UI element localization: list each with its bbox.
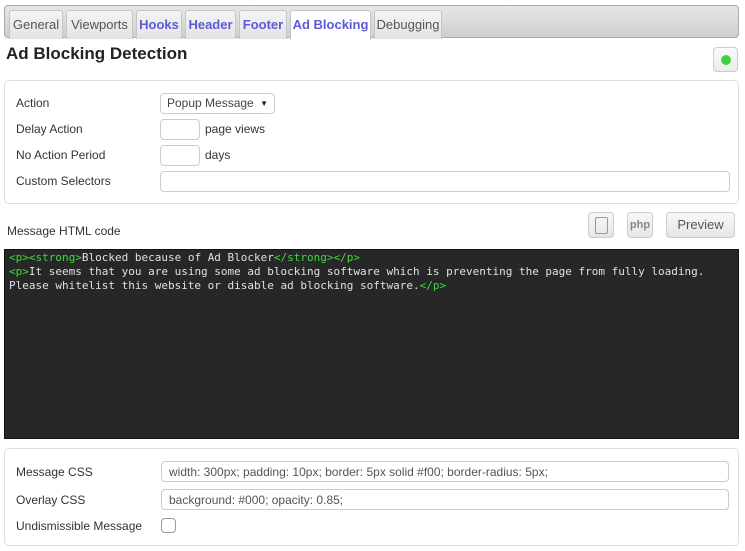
code-tag: </strong></p> — [274, 251, 360, 264]
php-button[interactable]: php — [627, 212, 653, 238]
code-line: Please whitelist this website or disable… — [9, 279, 734, 293]
tab-header[interactable]: Header — [185, 10, 236, 39]
mobile-preview-button[interactable] — [588, 212, 614, 238]
overlay-css-label: Overlay CSS — [16, 493, 85, 507]
code-tag: <p><strong> — [9, 251, 82, 264]
php-icon: php — [628, 213, 652, 237]
message-css-label: Message CSS — [16, 465, 93, 479]
message-html-label: Message HTML code — [7, 224, 121, 238]
undismissible-label: Undismissible Message — [16, 519, 142, 533]
message-html-code-editor[interactable]: <p><strong>Blocked because of Ad Blocker… — [4, 249, 739, 439]
page-title: Ad Blocking Detection — [6, 44, 187, 64]
no-action-period-unit: days — [205, 148, 230, 162]
no-action-period-label: No Action Period — [16, 148, 105, 162]
preview-button[interactable]: Preview — [666, 212, 735, 238]
no-action-period-input[interactable] — [160, 145, 200, 166]
tab-viewports[interactable]: Viewports — [66, 10, 133, 39]
action-select[interactable]: Popup Message ▼ — [160, 93, 275, 114]
action-label: Action — [16, 96, 49, 110]
code-tag: </p> — [420, 279, 447, 292]
tab-debugging[interactable]: Debugging — [374, 10, 442, 39]
message-css-input[interactable] — [161, 461, 729, 482]
custom-selectors-label: Custom Selectors — [16, 174, 111, 188]
delay-action-input[interactable] — [160, 119, 200, 140]
code-line: <p><strong>Blocked because of Ad Blocker… — [9, 251, 734, 265]
tab-general[interactable]: General — [9, 10, 63, 39]
delay-action-label: Delay Action — [16, 122, 83, 136]
settings-panel: Action Popup Message ▼ Delay Action page… — [4, 80, 739, 204]
tab-footer[interactable]: Footer — [239, 10, 287, 39]
code-text: Blocked because of Ad Blocker — [82, 251, 274, 264]
delay-action-unit: page views — [205, 122, 265, 136]
undismissible-checkbox[interactable] — [161, 518, 176, 533]
mobile-device-icon — [595, 217, 608, 234]
tab-ad-blocking[interactable]: Ad Blocking — [290, 10, 371, 40]
code-line: <p>It seems that you are using some ad b… — [9, 265, 734, 279]
code-text: It seems that you are using some ad bloc… — [29, 265, 705, 278]
tab-bar: General Viewports Hooks Header Footer Ad… — [4, 5, 739, 38]
code-text: Please whitelist this website or disable… — [9, 279, 420, 292]
dropdown-arrow-icon: ▼ — [260, 94, 268, 113]
custom-selectors-input[interactable] — [160, 171, 730, 192]
action-select-value: Popup Message — [167, 96, 254, 110]
overlay-css-input[interactable] — [161, 489, 729, 510]
code-tag: <p> — [9, 265, 29, 278]
css-settings-panel: Message CSS Overlay CSS Undismissible Me… — [4, 448, 739, 546]
status-indicator-icon — [721, 55, 731, 65]
tab-hooks[interactable]: Hooks — [136, 10, 182, 39]
status-toggle-button[interactable] — [713, 47, 738, 72]
